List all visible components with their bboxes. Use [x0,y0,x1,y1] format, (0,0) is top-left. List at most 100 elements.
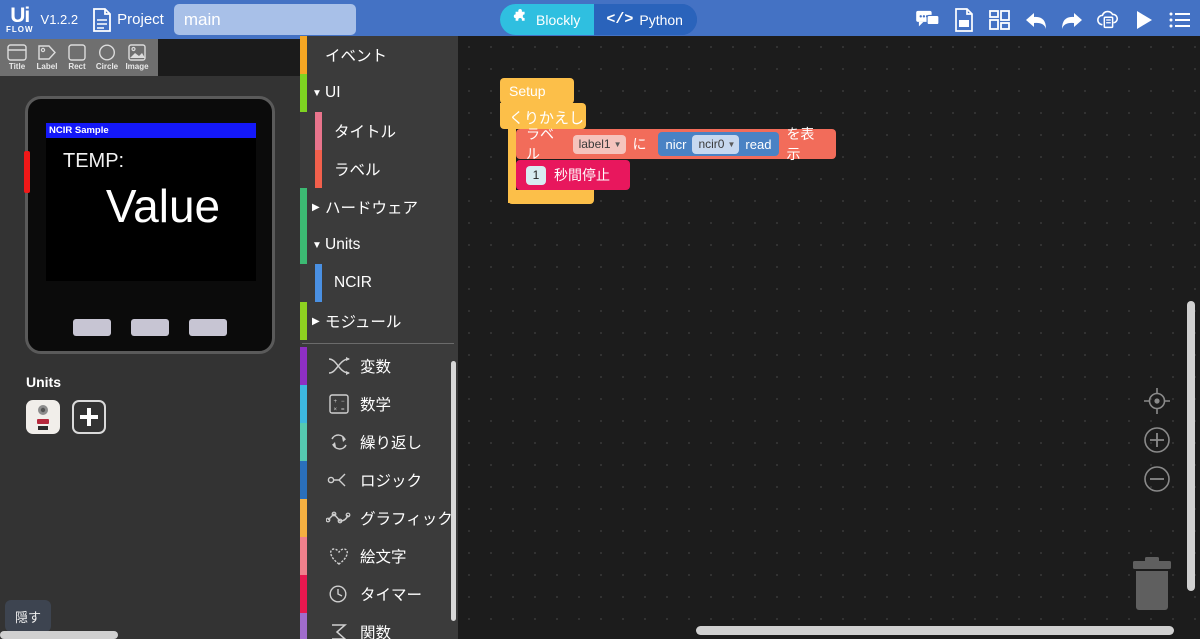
category-timer[interactable]: タイマー [300,575,458,613]
units-heading: Units [26,374,61,390]
label-set-middle: に [632,136,647,152]
uiflow-app: Ui FLOW V1.2.2 Project Blockly [0,0,1200,639]
nicr-read-block[interactable]: nicr ncir0 ▼ read [657,132,780,156]
label-set-block[interactable]: ラベル label1 ▼ に nicr ncir0 ▼ read を表示 [516,126,836,162]
category-events[interactable]: イベント [300,36,458,74]
device-button-b[interactable] [131,319,169,336]
center-target-icon[interactable] [1142,386,1172,416]
category-label: 繰り返し [360,435,423,452]
tab-blockly[interactable]: Blockly [500,4,595,35]
layout-icon[interactable] [988,8,1012,32]
category-color-bar [315,150,322,188]
category-color-bar [300,74,307,112]
chevron-down-icon: ▼ [613,139,622,149]
category-color-bar [300,423,307,461]
screen-title-bar[interactable]: NCIR Sample [46,123,256,138]
tool-label[interactable]: Label [32,40,62,75]
document-icon[interactable] [92,7,112,32]
nicr-device-dropdown[interactable]: ncir0 ▼ [692,134,740,154]
wait-seconds-field[interactable]: 1 [526,165,546,185]
category-hardware[interactable]: ▶ ハードウェア [300,188,458,226]
math-icon: + − × = [324,391,354,417]
redo-icon[interactable] [1060,8,1084,32]
tool-circle[interactable]: Circle [92,40,122,75]
trash-icon[interactable] [1129,557,1175,611]
category-module[interactable]: ▶ モジュール [300,302,458,340]
svg-text:=: = [341,407,345,413]
heart-icon [324,543,354,569]
tool-image-label: Image [125,62,149,71]
category-color-bar [300,226,307,264]
category-label-item[interactable]: ラベル [300,150,458,188]
category-functions[interactable]: 関数 [300,613,458,639]
tab-blockly-label: Blockly [536,11,581,28]
tool-title[interactable]: Title [2,40,32,75]
category-color-bar [315,264,322,302]
function-icon [324,619,354,639]
tool-image[interactable]: Image [122,40,152,75]
block-category-panel: イベント ▼ UI タイトル ラベル ▶ ハードウェア ▼ Units NCIR [300,36,458,639]
device-button-c[interactable] [189,319,227,336]
tool-label-label: Label [36,62,58,71]
device-button-a[interactable] [73,319,111,336]
category-loops[interactable]: 繰り返し [300,423,458,461]
add-unit-button[interactable] [72,400,106,434]
tool-rect[interactable]: Rect [62,40,92,75]
category-variables[interactable]: 変数 [300,347,458,385]
category-label: ロジック [360,473,423,490]
category-ui[interactable]: ▼ UI [300,74,458,112]
tool-rect-label: Rect [68,62,86,71]
category-label: モジュール [325,314,402,331]
tab-python-label: Python [639,11,683,28]
wait-block[interactable]: 1 秒間停止 [516,160,630,190]
puzzle-icon [512,9,530,30]
blockly-workspace[interactable]: Setup くりかえし ラベル label1 ▼ に nicr ncir0 ▼ … [458,36,1200,639]
zoom-out-icon[interactable] [1142,464,1172,494]
setup-block-label: Setup [509,83,546,99]
category-color-bar [315,112,322,150]
cloud-upload-icon[interactable] [1096,8,1120,32]
category-ncir[interactable]: NCIR [300,264,458,302]
category-emoji[interactable]: 絵文字 [300,537,458,575]
screen-value-label[interactable]: Value [70,179,256,233]
project-label: Project [117,11,164,28]
category-math[interactable]: + − × = 数学 [300,385,458,423]
setup-block[interactable]: Setup [500,78,574,104]
file-icon[interactable] [952,7,976,32]
category-logic[interactable]: ロジック [300,461,458,499]
device-body: NCIR Sample TEMP: Value [24,96,275,354]
category-color-bar [300,575,307,613]
workspace-horizontal-scrollbar[interactable] [696,626,1174,635]
project-name-input[interactable] [173,4,356,35]
label-target-value: label1 [578,137,611,151]
units-row [26,400,106,434]
code-tag-icon: </> [606,11,634,28]
workspace-controls [1142,386,1172,494]
workspace-vertical-scrollbar[interactable] [1187,301,1195,591]
category-title[interactable]: タイトル [300,112,458,150]
category-label: ラベル [334,162,381,179]
device-screen[interactable]: NCIR Sample TEMP: Value [46,123,256,281]
chat-icon[interactable] [916,8,940,32]
svg-text:×: × [334,407,338,413]
hide-panel-button[interactable]: 隠す [5,600,51,632]
nicr-device-value: ncir0 [698,137,725,151]
chevron-down-icon: ▼ [312,239,322,251]
zoom-in-icon[interactable] [1142,425,1172,455]
undo-icon[interactable] [1024,8,1048,32]
unit-chip-ncir[interactable] [26,400,60,434]
menu-icon[interactable] [1168,8,1192,32]
uiflow-logo[interactable]: Ui FLOW [6,3,34,34]
logo-ui-text: Ui [10,3,30,27]
category-units[interactable]: ▼ Units [300,226,458,264]
tab-python[interactable]: </> Python [594,4,697,35]
run-icon[interactable] [1132,8,1156,32]
label-target-dropdown[interactable]: label1 ▼ [572,134,626,154]
nicr-prefix: nicr [665,136,687,152]
screen-temp-label[interactable]: TEMP: [63,150,256,173]
category-scrollbar[interactable] [451,361,456,621]
category-graphic[interactable]: グラフィック [300,499,458,537]
label-set-prefix: ラベル [526,126,554,162]
left-panel-hscrollbar[interactable] [0,631,118,639]
app-header: Ui FLOW V1.2.2 Project Blockly [0,0,1200,39]
